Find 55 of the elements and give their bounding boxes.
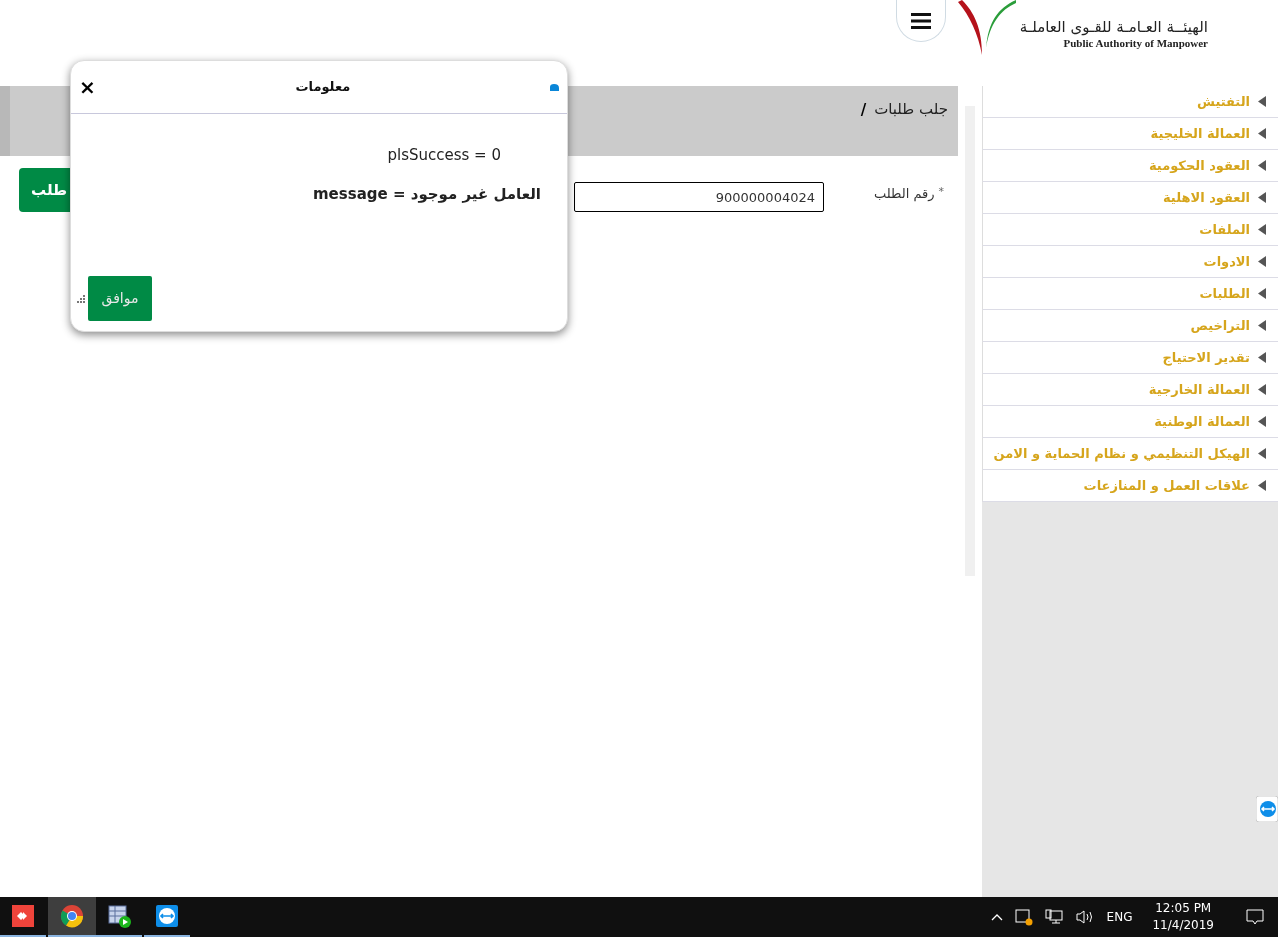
clock-date: 11/4/2019 — [1152, 917, 1214, 934]
sidebar-item[interactable]: الطلبات — [982, 278, 1278, 310]
speaker-icon[interactable] — [1074, 909, 1095, 925]
caret-icon — [1258, 416, 1266, 427]
caret-icon — [1258, 352, 1266, 363]
resize-grip-icon[interactable] — [77, 295, 85, 303]
chevron-up-icon[interactable] — [990, 913, 1003, 921]
caret-icon — [1258, 480, 1266, 491]
ok-button[interactable]: موافق — [88, 276, 152, 321]
caret-icon — [1258, 320, 1266, 331]
table-play-icon — [106, 903, 132, 929]
caret-icon — [1258, 128, 1266, 139]
remote-tab-icon[interactable] — [1256, 796, 1278, 822]
caret-icon — [1258, 192, 1266, 203]
dialog-title: معلومات — [295, 78, 351, 97]
sidebar-item[interactable]: التفتيش — [982, 86, 1278, 118]
caret-icon — [1258, 448, 1266, 459]
caret-icon — [1258, 160, 1266, 171]
breadcrumb-separator: / — [860, 100, 867, 121]
caret-icon — [1258, 384, 1266, 395]
caret-icon — [1258, 288, 1266, 299]
breadcrumb-title: جلب طلبات — [874, 99, 948, 120]
sidebar-item[interactable]: العمالة الخارجية — [982, 374, 1278, 406]
caret-icon — [1258, 224, 1266, 235]
sidebar-item[interactable]: الملفات — [982, 214, 1278, 246]
logo-icon — [957, 0, 1016, 55]
logo-english-text: Public Authority of Manpower — [1063, 36, 1208, 50]
sidebar-item[interactable]: العمالة الوطنية — [982, 406, 1278, 438]
notification-icon[interactable] — [1246, 908, 1264, 926]
network-icon[interactable] — [1044, 909, 1063, 925]
request-number-field[interactable]: 900000004024 — [574, 182, 824, 212]
language-indicator[interactable]: ENG — [1106, 908, 1133, 926]
sidebar-item[interactable]: العقود الحكومية — [982, 150, 1278, 182]
message-line: plsSuccess = 0 — [387, 145, 501, 166]
sidebar-item[interactable]: الادوات — [982, 246, 1278, 278]
required-mark: * — [938, 184, 945, 200]
sidebar-item[interactable]: العقود الاهلية — [982, 182, 1278, 214]
taskbar-app[interactable] — [48, 897, 96, 937]
caret-icon — [1258, 96, 1266, 107]
browser-icon — [59, 903, 85, 929]
caret-icon — [1258, 256, 1266, 267]
field-label: رقم الطلب — [874, 185, 935, 204]
clock-time: 12:05 PM — [1155, 900, 1212, 917]
sidebar-item[interactable]: التراخيص — [982, 310, 1278, 342]
sidebar-item[interactable]: العمالة الخليجية — [982, 118, 1278, 150]
menu-icon — [910, 11, 931, 30]
sidebar-item[interactable]: الهيكل التنظيمي و نظام الحماية و الامن — [982, 438, 1278, 470]
sidebar-item[interactable]: تقدير الاحتياج — [982, 342, 1278, 374]
message-line: message = العامل غير موجود — [312, 183, 541, 205]
clock[interactable]: 12:05 PM 11/4/2019 — [1144, 900, 1222, 934]
arrows-app-icon — [10, 903, 36, 929]
remote-arrows-icon — [154, 903, 180, 929]
sidebar-item[interactable]: علاقات العمل و المنازعات — [982, 470, 1278, 502]
close-button[interactable]: × — [79, 77, 96, 97]
logo-arabic-text: الهيئــة العـامـة للقـوى العاملـة — [1019, 18, 1208, 36]
